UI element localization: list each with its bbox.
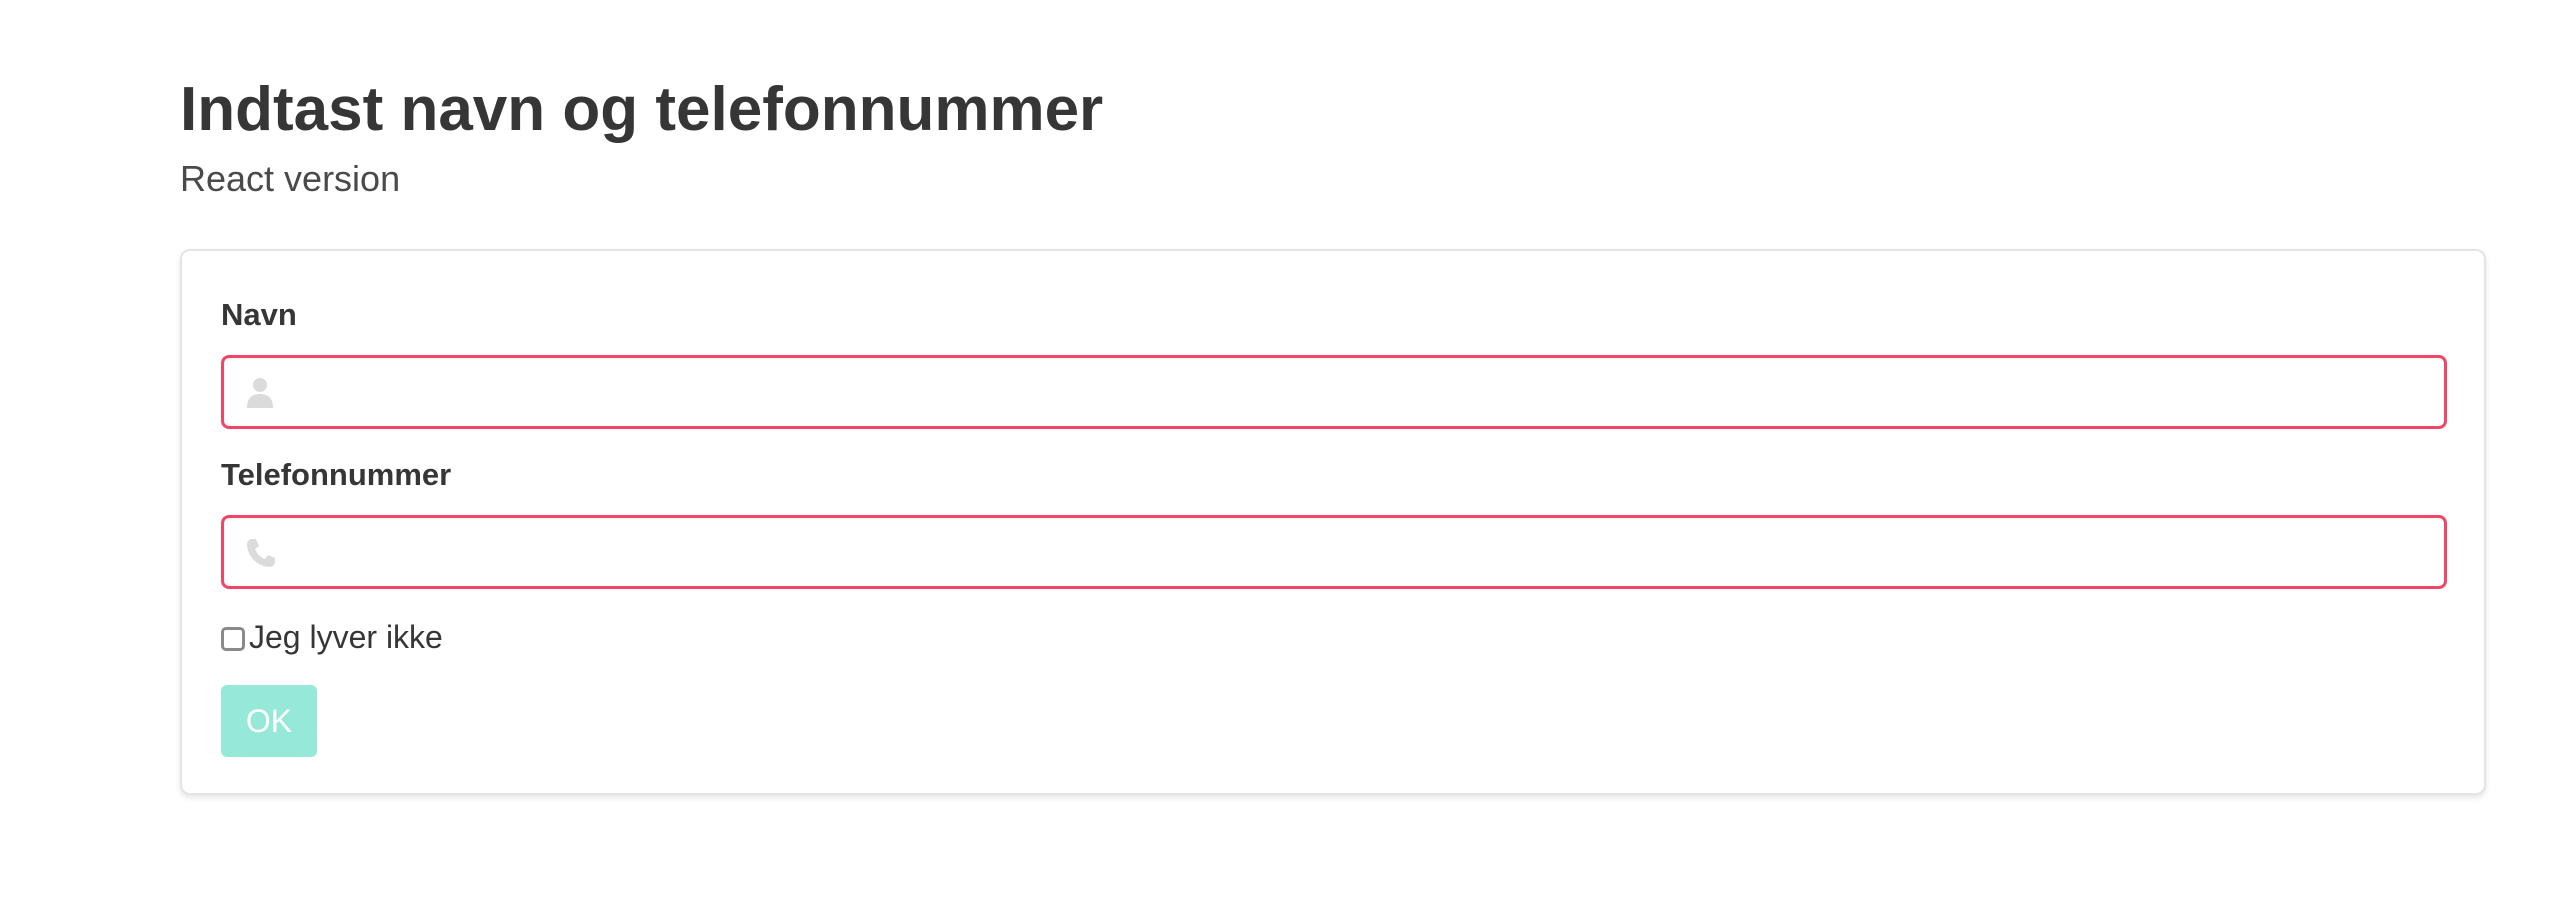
honesty-checkbox-row[interactable]: Jeg lyver ikke — [221, 617, 443, 657]
name-field[interactable] — [221, 355, 2447, 429]
honesty-checkbox[interactable] — [221, 627, 245, 651]
page: Indtast navn og telefonnummer React vers… — [0, 0, 2564, 920]
phone-icon — [244, 536, 276, 570]
phone-label: Telefonnummer — [221, 457, 452, 492]
ok-button[interactable]: OK — [221, 685, 317, 757]
name-label: Navn — [221, 297, 297, 332]
user-icon — [244, 376, 276, 410]
form-box: Navn Telefonnummer Jeg lyver ikke OK — [180, 249, 2486, 795]
page-subtitle: React version — [180, 158, 401, 199]
name-input[interactable] — [224, 358, 2444, 426]
page-title: Indtast navn og telefonnummer — [180, 75, 1104, 144]
honesty-checkbox-label[interactable]: Jeg lyver ikke — [249, 619, 443, 656]
phone-field[interactable] — [221, 515, 2447, 589]
phone-input[interactable] — [224, 518, 2444, 586]
